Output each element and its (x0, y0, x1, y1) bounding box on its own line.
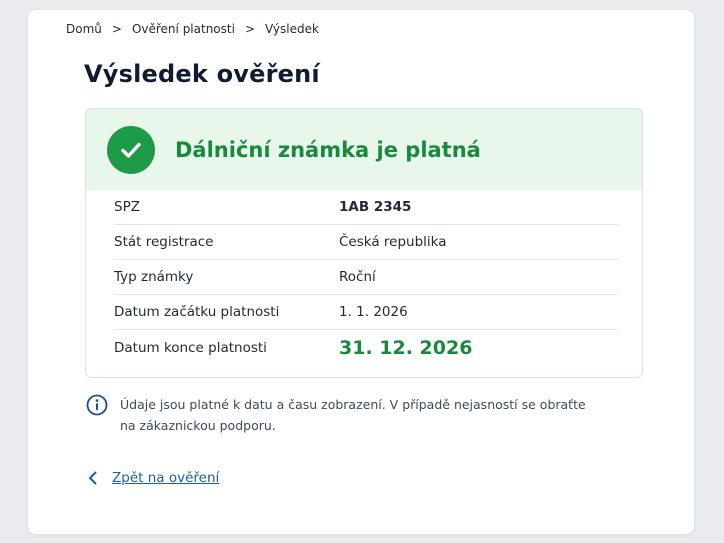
detail-row-type: Typ známky Roční (114, 260, 618, 295)
info-text: Údaje jsou platné k datu a času zobrazen… (120, 397, 586, 433)
detail-label: Datum začátku platnosti (114, 304, 280, 320)
check-icon (107, 125, 155, 174)
detail-label: Datum konce platnosti (114, 340, 267, 356)
breadcrumb-verification[interactable]: Ověření platnosti (132, 22, 235, 36)
detail-value-highlight: 31. 12. 2026 (339, 337, 473, 359)
detail-label: SPZ (114, 199, 140, 215)
detail-value: Roční (339, 269, 376, 285)
breadcrumb-current: Výsledek (265, 22, 319, 36)
back-to-verification-link[interactable]: Zpět na ověření (86, 470, 219, 486)
back-link-label[interactable]: Zpět na ověření (112, 470, 219, 486)
breadcrumb-separator: > (111, 22, 122, 36)
detail-label: Stát registrace (114, 234, 214, 250)
chevron-left-icon (86, 470, 100, 486)
detail-value: 1AB 2345 (339, 199, 412, 215)
info-notice: Údaje jsou platné k datu a času zobrazen… (86, 394, 590, 436)
detail-label: Typ známky (114, 269, 194, 285)
detail-row-end-date: Datum konce platnosti 31. 12. 2026 (114, 330, 618, 366)
info-icon (86, 394, 108, 416)
detail-row-plate: SPZ 1AB 2345 (114, 190, 618, 225)
breadcrumb: Domů > Ověření platnosti > Výsledek (66, 22, 319, 36)
breadcrumb-separator: > (244, 22, 255, 36)
result-status-text: Dálniční známka je platná (175, 137, 481, 162)
detail-value: 1. 1. 2026 (339, 304, 408, 320)
page-title: Výsledek ověření (84, 60, 320, 88)
detail-value: Česká republika (339, 234, 447, 250)
page-container: Domů > Ověření platnosti > Výsledek Výsl… (28, 10, 694, 534)
result-header: Dálniční známka je platná (86, 109, 642, 190)
result-details: SPZ 1AB 2345 Stát registrace Česká repub… (86, 190, 642, 366)
detail-row-start-date: Datum začátku platnosti 1. 1. 2026 (114, 295, 618, 330)
result-card: Dálniční známka je platná SPZ 1AB 2345 S… (85, 108, 643, 378)
breadcrumb-home[interactable]: Domů (66, 22, 102, 36)
detail-row-country: Stát registrace Česká republika (114, 225, 618, 260)
